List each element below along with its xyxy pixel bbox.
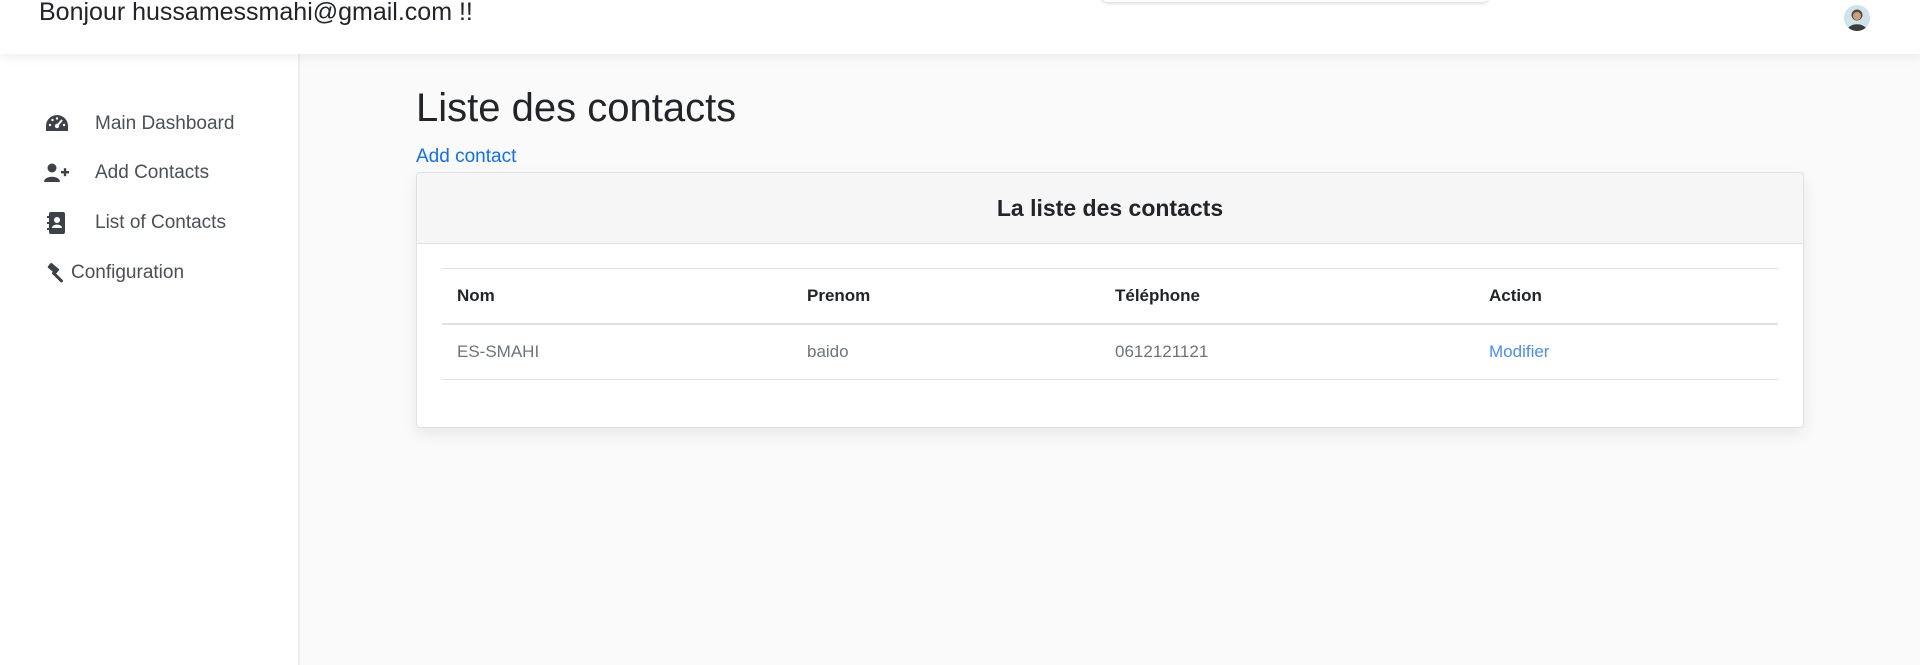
cell-action: Modifier	[1474, 324, 1778, 380]
sidebar-item-list-of-contacts[interactable]: List of Contacts	[44, 208, 226, 238]
sidebar-item-configuration[interactable]: Configuration	[44, 258, 184, 288]
main-content: Liste des contacts Add contact La liste …	[300, 54, 1920, 665]
contacts-card: La liste des contacts Nom Prenom Télépho…	[416, 172, 1804, 428]
hammer-icon	[44, 262, 68, 284]
cell-nom: ES-SMAHI	[442, 324, 792, 380]
column-header-action: Action	[1474, 268, 1778, 325]
dashboard-gauge-icon	[44, 113, 70, 135]
user-plus-icon	[44, 162, 70, 184]
user-avatar-icon[interactable]	[1844, 5, 1870, 31]
column-header-nom: Nom	[442, 268, 792, 325]
search-bar[interactable]	[1102, 0, 1488, 2]
table-row: ES-SMAHI baido 0612121121 Modifier	[442, 324, 1778, 380]
sidebar-item-label: List of Contacts	[95, 212, 226, 233]
greeting-text: Bonjour hussamessmahi@gmail.com !!	[39, 0, 473, 26]
top-navbar: Bonjour hussamessmahi@gmail.com !!	[0, 0, 1920, 54]
sidebar-item-label: Configuration	[71, 262, 185, 283]
column-header-telephone: Téléphone	[1100, 268, 1474, 325]
modifier-link[interactable]: Modifier	[1489, 342, 1549, 361]
column-header-prenom: Prenom	[792, 268, 1100, 325]
sidebar-item-main-dashboard[interactable]: Main Dashboard	[44, 109, 234, 139]
sidebar-item-label: Main Dashboard	[95, 113, 235, 134]
table-header-row: Nom Prenom Téléphone Action	[442, 268, 1778, 325]
cell-prenom: baido	[792, 324, 1100, 380]
add-contact-link[interactable]: Add contact	[416, 146, 516, 168]
sidebar-item-label: Add Contacts	[95, 162, 210, 183]
contacts-table: Nom Prenom Téléphone Action ES-SMAHI bai…	[442, 268, 1778, 380]
sidebar: Main Dashboard Add Contacts List of Cont…	[0, 54, 300, 665]
address-book-icon	[44, 212, 70, 234]
sidebar-item-add-contacts[interactable]: Add Contacts	[44, 158, 209, 188]
page-title: Liste des contacts	[416, 86, 737, 130]
card-title: La liste des contacts	[417, 173, 1803, 244]
cell-telephone: 0612121121	[1100, 324, 1474, 380]
